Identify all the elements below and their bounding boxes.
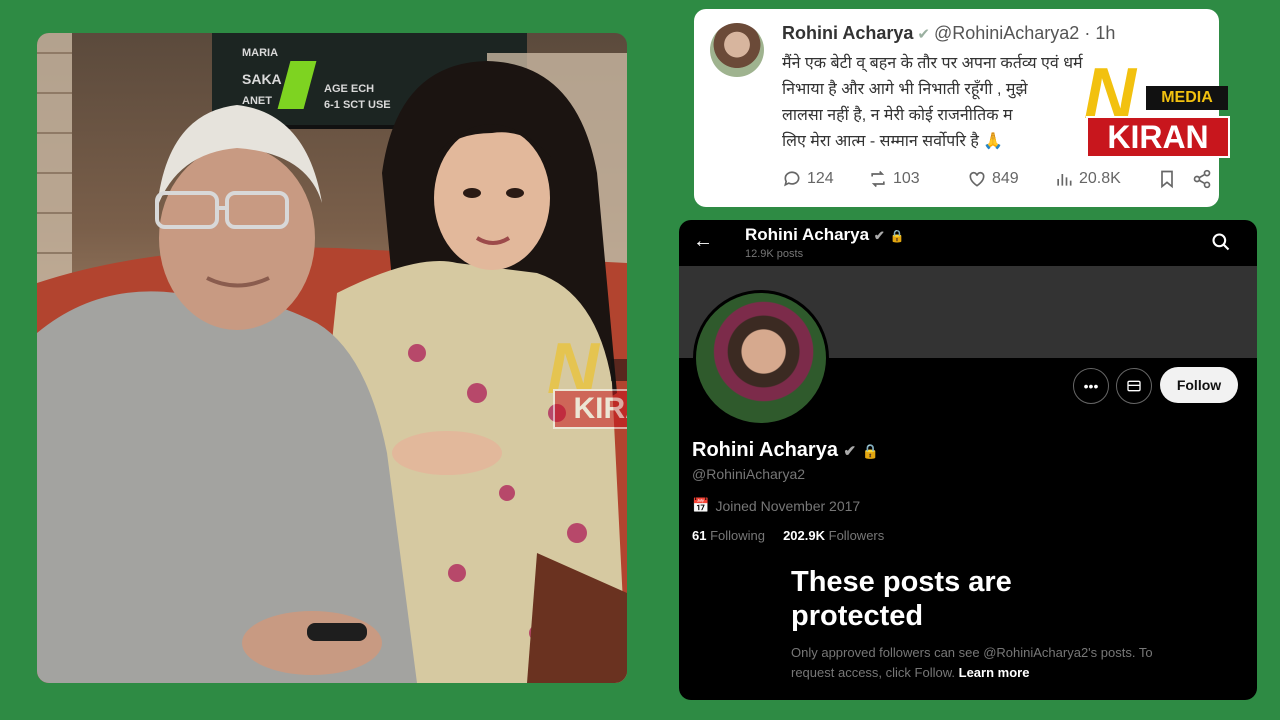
watermark-kiran: KIRAN — [553, 389, 627, 429]
protected-title: These posts are protected — [791, 566, 1012, 632]
views-count: 20.8K — [1079, 170, 1121, 187]
verified-icon: ✔ — [917, 26, 930, 43]
more-options-button[interactable]: ••• — [1073, 368, 1109, 404]
repost-count: 103 — [893, 170, 920, 187]
protected-description: Only approved followers can see @RohiniA… — [791, 643, 1171, 683]
profile-name-text: Rohini Acharya — [692, 439, 838, 461]
message-icon — [1127, 380, 1141, 392]
post-count: 12.9K posts — [745, 248, 804, 260]
media-kiran-logo: N MEDIA KIRAN — [1084, 58, 1234, 160]
verified-icon: ✔ — [843, 443, 857, 460]
like-count: 849 — [992, 170, 1019, 187]
profile-avatar[interactable] — [693, 290, 829, 426]
follow-button[interactable]: Follow — [1160, 367, 1238, 403]
bookmark-icon — [1161, 170, 1173, 189]
joined-text: Joined November 2017 — [715, 497, 861, 514]
tweet-actions: 124 103 849 20.8K — [782, 169, 1212, 195]
bookmark-button[interactable] — [1157, 169, 1177, 189]
share-button[interactable] — [1192, 169, 1212, 189]
logo-media: MEDIA — [1146, 86, 1228, 110]
topbar-name: Rohini Acharya ✔ 🔒 — [745, 225, 904, 245]
following-count: 61 — [692, 528, 707, 543]
back-arrow-icon[interactable]: ← — [693, 230, 713, 253]
lock-icon: 🔒 — [861, 443, 880, 459]
profile-handle: @RohiniAcharya2 — [692, 466, 806, 482]
joined-date: 📅 Joined November 2017 — [692, 497, 860, 514]
followers-label: Followers — [828, 528, 885, 543]
logo-kiran: KIRAN — [1086, 116, 1230, 158]
profile-name: Rohini Acharya ✔ 🔒 — [692, 439, 879, 462]
reply-button[interactable]: 124 — [782, 169, 834, 189]
verified-icon: ✔ — [873, 228, 885, 243]
topbar-name-text: Rohini Acharya — [745, 225, 870, 244]
following-link[interactable]: 61 Following — [692, 528, 765, 543]
message-button[interactable] — [1116, 368, 1152, 404]
repost-button[interactable]: 103 — [868, 169, 920, 189]
search-icon[interactable] — [1211, 232, 1231, 252]
calendar-icon: 📅 — [692, 497, 710, 513]
watermark-center: N MEDIA KIRAN — [547, 333, 627, 433]
reply-count: 124 — [807, 170, 834, 187]
profile-card: ← Rohini Acharya ✔ 🔒 12.9K posts ••• Fol… — [679, 220, 1257, 700]
heart-icon — [969, 171, 985, 187]
learn-more-link[interactable]: Learn more — [959, 665, 1030, 680]
views-icon — [1057, 174, 1072, 186]
repost-icon — [871, 170, 885, 188]
follow-stats: 61 Following 202.9K Followers — [692, 528, 884, 543]
tweet-time: · 1h — [1084, 23, 1116, 43]
news-photo: MARIA SAKA ANET AGE ECH 6-1 SCT USE N KI… — [37, 33, 627, 683]
followers-count: 202.9K — [783, 528, 825, 543]
photo-illustration — [37, 33, 627, 683]
followers-link[interactable]: 202.9K Followers — [783, 528, 884, 543]
share-icon — [1193, 169, 1211, 189]
watermark-media: MEDIA — [611, 359, 627, 381]
reply-icon — [784, 171, 800, 187]
tweet-author-handle[interactable]: @RohiniAcharya2 — [934, 23, 1079, 43]
tweet-header: Rohini Acharya ✔ @RohiniAcharya2 · 1h — [782, 23, 1115, 44]
profile-topbar: ← Rohini Acharya ✔ 🔒 12.9K posts — [679, 220, 1257, 266]
tweet-author-name[interactable]: Rohini Acharya — [782, 23, 913, 43]
like-button[interactable]: 849 — [967, 169, 1019, 189]
following-label: Following — [710, 528, 766, 543]
views-button[interactable]: 20.8K — [1054, 169, 1121, 189]
lock-icon: 🔒 — [889, 229, 905, 243]
tweet-avatar[interactable] — [710, 23, 764, 77]
